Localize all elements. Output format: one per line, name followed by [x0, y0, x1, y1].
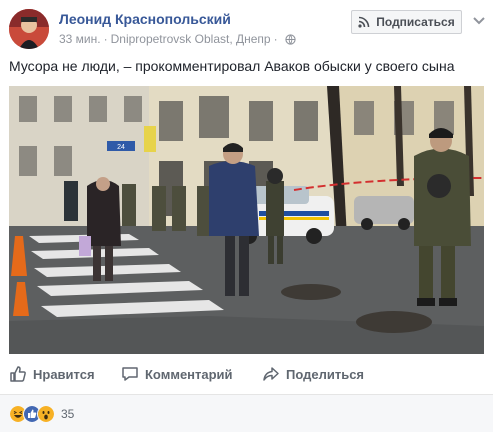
like-button[interactable]: Нравится	[9, 360, 95, 388]
like-label: Нравится	[33, 366, 95, 382]
avatar-image	[9, 9, 49, 49]
post-text: Мусора не люди, – прокомментировал Авако…	[9, 58, 455, 74]
comment-icon	[122, 367, 138, 381]
street-scene-image: 24	[9, 86, 484, 354]
post-options-chevron-icon[interactable]	[472, 14, 486, 28]
post-meta: 33 мин. · Dnipropetrovsk Oblast, Днепр ·	[59, 32, 296, 46]
reaction-count[interactable]: 35	[61, 407, 74, 421]
post-photo[interactable]: 24	[9, 86, 484, 354]
share-arrow-icon	[263, 367, 279, 381]
meta-separator: ·	[103, 32, 108, 46]
author-avatar[interactable]	[9, 9, 49, 49]
rss-icon	[358, 16, 370, 28]
meta-separator-2: ·	[273, 32, 278, 46]
comment-label: Комментарий	[145, 366, 233, 382]
reaction-icons[interactable]	[9, 405, 55, 423]
subscribe-label: Подписаться	[376, 15, 455, 29]
post-location[interactable]: Dnipropetrovsk Oblast, Днепр	[111, 32, 271, 46]
thumbs-up-icon	[10, 366, 26, 382]
comment-button[interactable]: Комментарий	[121, 360, 233, 388]
street-number-sign: 24	[117, 144, 125, 151]
author-name[interactable]: Леонид Краснопольский	[59, 11, 231, 27]
globe-icon[interactable]	[284, 33, 296, 45]
subscribe-button[interactable]: Подписаться	[351, 10, 462, 34]
chevron-down-icon	[473, 17, 485, 25]
post-actions-bar: Нравится Комментарий Поделиться	[0, 360, 493, 388]
share-label: Поделиться	[286, 366, 365, 382]
facebook-post: Леонид Краснопольский 33 мин. · Dniprope…	[0, 0, 493, 432]
post-time[interactable]: 33 мин.	[59, 32, 101, 46]
reactions-summary: 35	[0, 394, 493, 432]
wow-reaction-icon	[37, 405, 55, 423]
share-button[interactable]: Поделиться	[262, 360, 364, 388]
